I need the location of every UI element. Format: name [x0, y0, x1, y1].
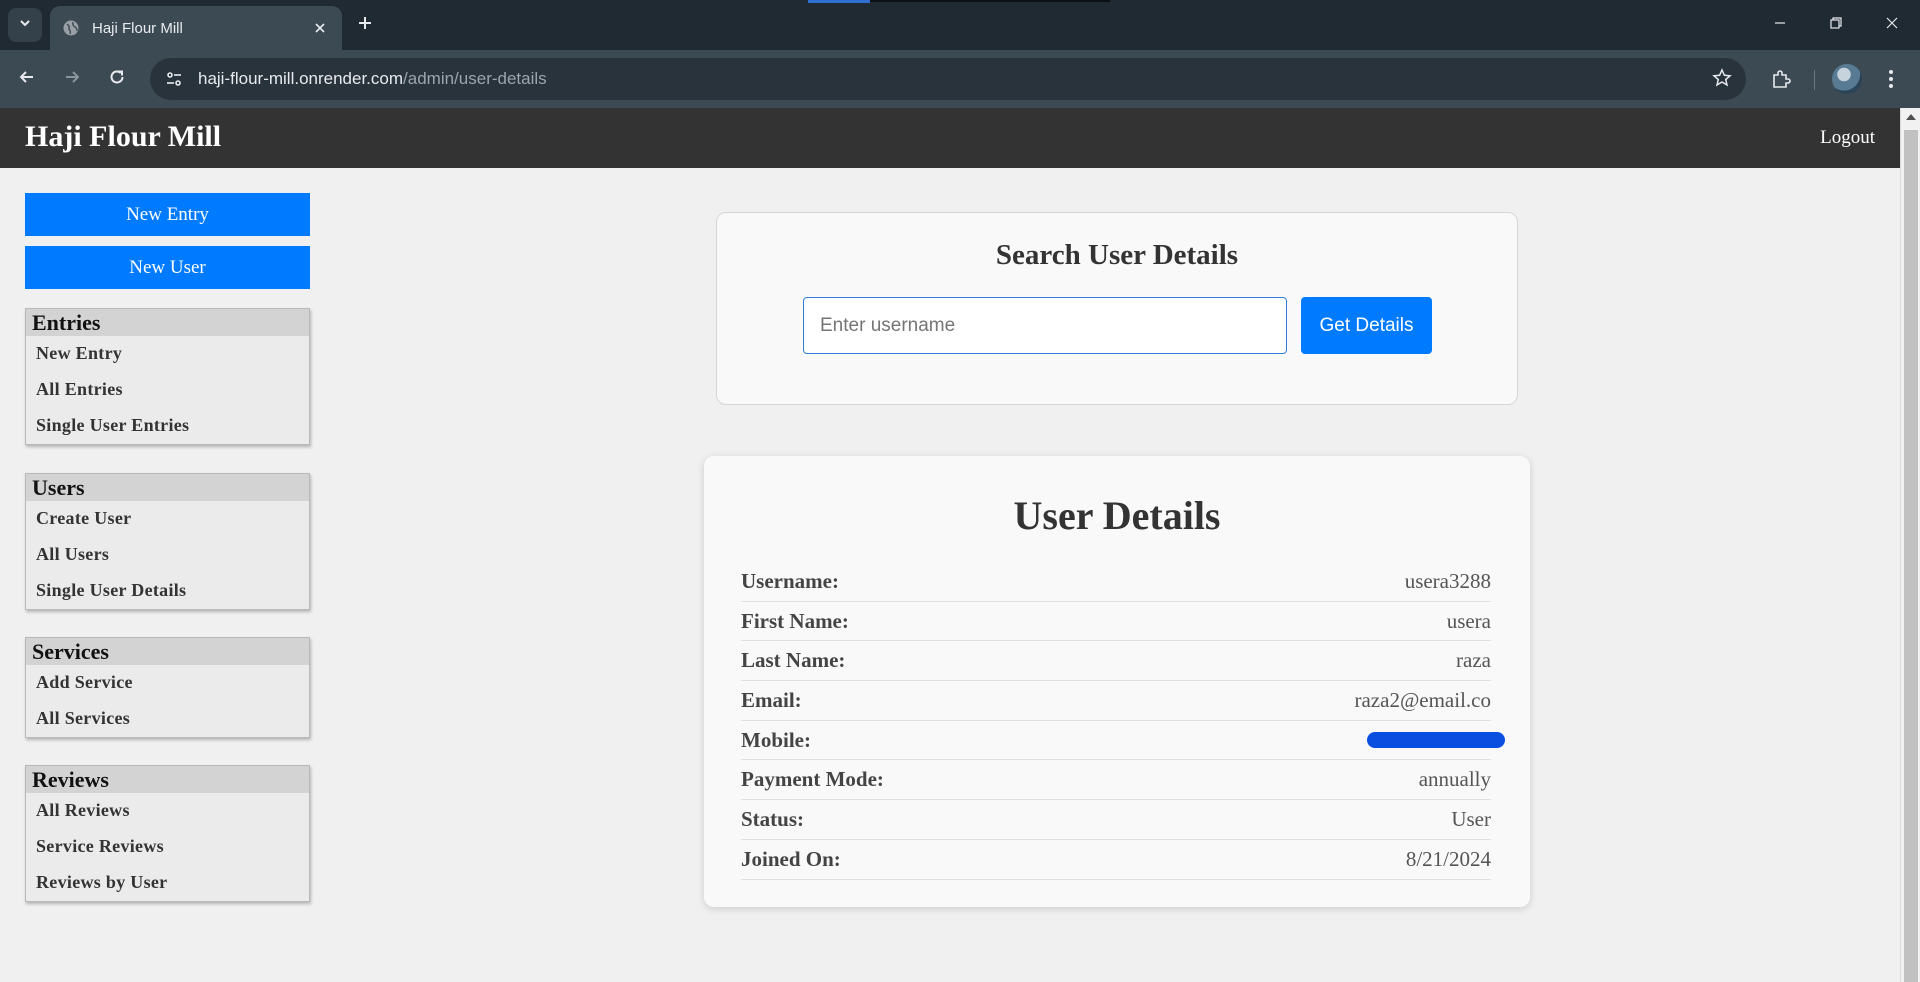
- sidebar-link-all-reviews[interactable]: All Reviews: [26, 793, 309, 829]
- site-header: Haji Flour Mill Logout: [0, 108, 1900, 168]
- browser-tab-active[interactable]: Haji Flour Mill: [50, 6, 342, 50]
- tab-search-button[interactable]: [8, 8, 42, 42]
- toolbar-divider: [1814, 70, 1815, 90]
- site-title: Haji Flour Mill: [25, 120, 222, 153]
- detail-row-last-name: Last Name: raza: [741, 641, 1491, 682]
- globe-icon: [62, 19, 80, 37]
- chevron-down-icon: [18, 16, 32, 35]
- sidebar-section-entries: Entries New Entry All Entries Single Use…: [25, 308, 310, 445]
- scroll-thumb[interactable]: [1904, 130, 1918, 982]
- detail-value: usera3288: [1404, 568, 1491, 593]
- minimize-button[interactable]: [1752, 0, 1808, 50]
- section-heading: Reviews: [26, 766, 309, 793]
- detail-value: usera: [1446, 608, 1491, 633]
- profile-avatar[interactable]: [1832, 64, 1862, 94]
- tabstrip-accent-dark: [870, 0, 1110, 2]
- arrow-right-icon: [63, 68, 81, 91]
- sidebar-link-new-entry[interactable]: New Entry: [26, 336, 309, 372]
- detail-row-username: Username: usera3288: [741, 562, 1491, 602]
- forward-button[interactable]: [55, 62, 89, 96]
- sidebar-link-create-user[interactable]: Create User: [26, 501, 309, 537]
- close-icon[interactable]: [310, 18, 330, 38]
- sidebar-link-all-services[interactable]: All Services: [26, 701, 309, 737]
- new-entry-button[interactable]: New Entry: [25, 193, 310, 236]
- browser-menu-icon[interactable]: [1876, 62, 1906, 96]
- sidebar-section-users: Users Create User All Users Single User …: [25, 473, 310, 610]
- detail-label: Email:: [741, 687, 802, 712]
- sidebar-link-add-service[interactable]: Add Service: [26, 665, 309, 701]
- tabstrip-accent: [808, 0, 870, 3]
- sidebar-link-single-user-entries[interactable]: Single User Entries: [26, 408, 309, 444]
- address-bar[interactable]: haji-flour-mill.onrender.com/admin/user-…: [150, 58, 1746, 100]
- new-user-button[interactable]: New User: [25, 246, 310, 289]
- sidebar-link-all-entries[interactable]: All Entries: [26, 372, 309, 408]
- detail-label: Payment Mode:: [741, 767, 884, 792]
- browser-toolbar: haji-flour-mill.onrender.com/admin/user-…: [0, 50, 1920, 108]
- page-scrollbar[interactable]: [1900, 108, 1920, 982]
- sidebar-link-reviews-by-user[interactable]: Reviews by User: [26, 865, 309, 901]
- extensions-icon[interactable]: [1764, 62, 1798, 96]
- bookmark-star-icon[interactable]: [1712, 68, 1732, 88]
- browser-tabstrip: Haji Flour Mill: [0, 0, 1920, 50]
- detail-value: User: [1451, 806, 1491, 831]
- logout-link[interactable]: Logout: [1820, 127, 1875, 149]
- scroll-up-arrow-icon[interactable]: [1906, 114, 1916, 120]
- detail-row-mobile: Mobile:: [741, 721, 1505, 761]
- get-details-button[interactable]: Get Details: [1301, 297, 1432, 354]
- sidebar-link-single-user-details[interactable]: Single User Details: [26, 573, 309, 609]
- detail-rows: Username: usera3288 First Name: usera La…: [741, 562, 1505, 880]
- new-tab-button[interactable]: [352, 12, 378, 38]
- arrow-left-icon: [18, 68, 36, 91]
- section-heading: Users: [26, 474, 309, 501]
- details-title: User Details: [1013, 493, 1221, 538]
- sidebar-section-services: Services Add Service All Services: [25, 637, 310, 738]
- detail-label: First Name:: [741, 608, 849, 633]
- user-details-card: User Details Username: usera3288 First N…: [704, 456, 1530, 907]
- search-title: Search User Details: [995, 239, 1239, 271]
- detail-label: Mobile:: [741, 727, 811, 752]
- reload-button[interactable]: [100, 62, 134, 96]
- url-host: haji-flour-mill.onrender.com: [198, 69, 404, 88]
- sidebar-link-all-users[interactable]: All Users: [26, 537, 309, 573]
- url-path: /admin/user-details: [403, 69, 547, 88]
- sidebar-section-reviews: Reviews All Reviews Service Reviews Revi…: [25, 765, 310, 902]
- main-content: Search User Details Get Details User Det…: [335, 168, 1900, 982]
- minimize-icon: [1773, 16, 1787, 35]
- detail-row-email: Email: raza2@email.co: [741, 681, 1491, 721]
- section-heading: Services: [26, 638, 309, 665]
- detail-value: raza: [1456, 648, 1491, 673]
- detail-label: Joined On:: [741, 846, 841, 871]
- detail-label: Status:: [741, 806, 805, 831]
- detail-label: Username:: [741, 568, 839, 593]
- reload-icon: [108, 68, 126, 91]
- close-icon: [1885, 16, 1899, 35]
- detail-label: Last Name:: [741, 648, 846, 673]
- detail-row-payment-mode: Payment Mode: annually: [741, 760, 1491, 801]
- detail-row-status: Status: User: [741, 800, 1491, 840]
- site-settings-icon[interactable]: [156, 61, 192, 97]
- redaction-mark: [1367, 732, 1505, 749]
- back-button[interactable]: [10, 62, 44, 96]
- detail-value: 8/21/2024: [1405, 846, 1491, 871]
- window-close-button[interactable]: [1864, 0, 1920, 50]
- detail-value: raza2@email.co: [1354, 687, 1491, 712]
- sidebar: New Entry New User Entries New Entry All…: [0, 168, 335, 982]
- restore-button[interactable]: [1808, 0, 1864, 50]
- restore-icon: [1829, 16, 1843, 35]
- search-card: Search User Details Get Details: [716, 212, 1518, 405]
- plus-icon: [357, 15, 373, 36]
- window-controls: [1752, 0, 1920, 50]
- sidebar-link-service-reviews[interactable]: Service Reviews: [26, 829, 309, 865]
- detail-value: annually: [1418, 767, 1491, 792]
- tab-title: Haji Flour Mill: [92, 19, 183, 37]
- section-heading: Entries: [26, 309, 309, 336]
- username-search-input[interactable]: [803, 297, 1287, 354]
- detail-row-joined-on: Joined On: 8/21/2024: [741, 840, 1491, 880]
- detail-row-first-name: First Name: usera: [741, 602, 1491, 642]
- page-viewport: Haji Flour Mill Logout New Entry New Use…: [0, 108, 1920, 982]
